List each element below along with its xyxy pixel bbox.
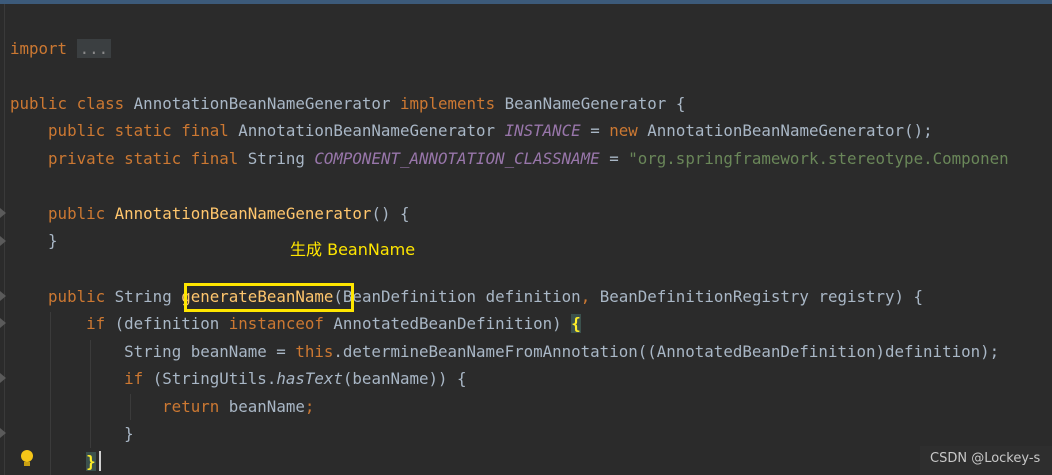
method-highlight-box (184, 283, 354, 312)
fold-marker-icon[interactable] (0, 318, 6, 328)
code-line-method-signature[interactable]: public String generateBeanName(BeanDefin… (10, 286, 923, 308)
fold-marker-icon[interactable] (0, 291, 6, 301)
code-line-return[interactable]: return beanName; (10, 396, 314, 418)
code-line-import[interactable]: import ... (10, 38, 112, 60)
text-caret (99, 451, 101, 471)
annotation-label: 生成 BeanName (290, 240, 416, 259)
editor-top-border (0, 0, 1052, 4)
code-line-instance-field[interactable]: public static final AnnotationBeanNameGe… (10, 120, 933, 142)
fold-marker-icon[interactable] (0, 208, 6, 218)
code-line-class-declaration[interactable]: public class AnnotationBeanNameGenerator… (10, 93, 685, 115)
code-line-assign-beanname[interactable]: String beanName = this.determineBeanName… (10, 341, 999, 363)
code-line-classname-field[interactable]: private static final String COMPONENT_AN… (10, 148, 1009, 170)
code-line-inner-close[interactable]: } (10, 423, 134, 445)
matched-brace: } (86, 452, 96, 471)
code-line-if-instanceof[interactable]: if (definition instanceof AnnotatedBeanD… (10, 313, 581, 335)
code-line-constructor[interactable]: public AnnotationBeanNameGenerator() { (10, 203, 409, 225)
lightbulb-icon[interactable] (20, 450, 34, 468)
fold-marker-icon[interactable] (0, 236, 6, 246)
watermark: CSDN @Lockey-s (920, 446, 1052, 475)
fold-marker-icon[interactable] (0, 428, 6, 438)
code-line-if-hastext[interactable]: if (StringUtils.hasText(beanName)) { (10, 368, 466, 390)
code-editor[interactable]: import ... public class AnnotationBeanNa… (0, 0, 1052, 475)
watermark-text: CSDN @Lockey-s (930, 451, 1041, 466)
fold-marker-icon[interactable] (0, 373, 6, 383)
folded-imports[interactable]: ... (76, 39, 112, 58)
matched-brace: { (571, 314, 581, 333)
code-line-constructor-close[interactable]: } (10, 230, 58, 252)
